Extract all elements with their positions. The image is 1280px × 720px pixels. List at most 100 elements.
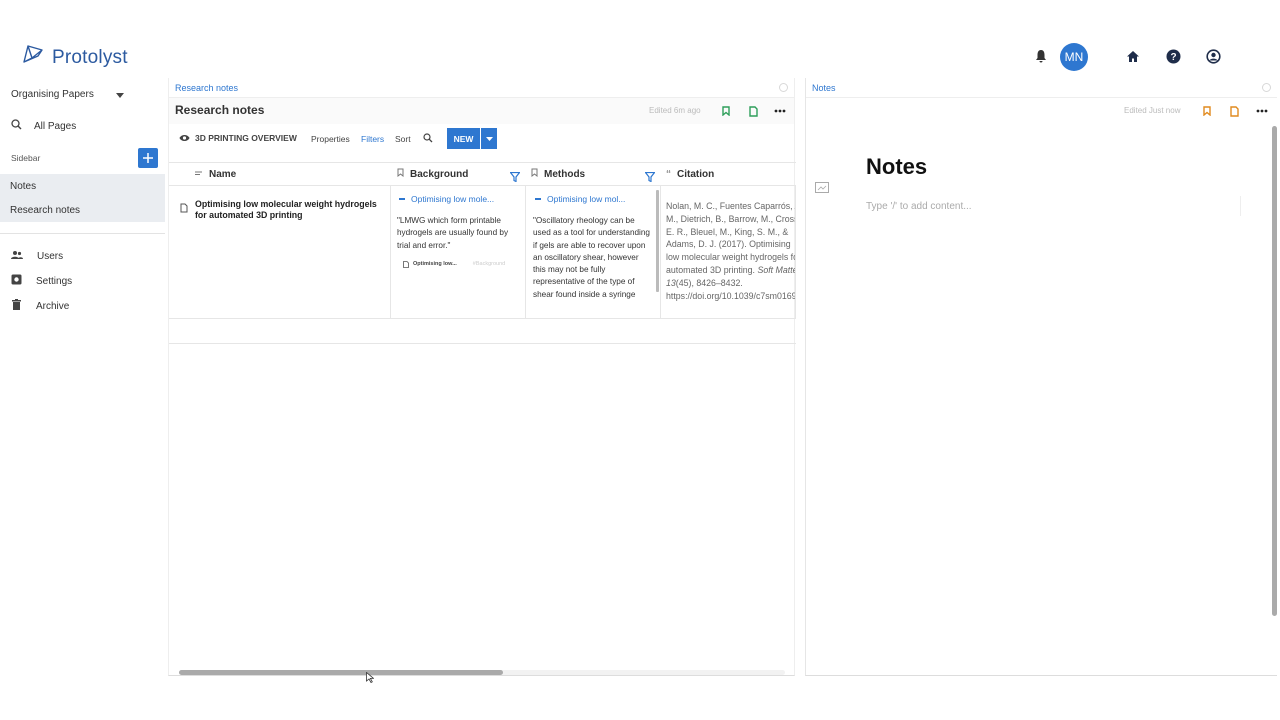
home-icon[interactable] [1122,45,1144,67]
breadcrumb: Notes [806,78,1277,98]
view-name[interactable]: 3D PRINTING OVERVIEW [195,133,297,143]
sidebar-item-notes[interactable]: Notes [0,174,165,198]
divider [169,343,796,344]
linked-page-label: Optimising low mol... [547,194,626,204]
settings-icon [11,274,22,288]
cursor-icon [366,670,375,688]
search-icon[interactable] [423,133,433,145]
divider [0,233,165,234]
column-label: Methods [544,168,586,180]
linked-page[interactable]: Optimising low mole... [397,194,521,204]
sidebar-item-archive[interactable]: Archive [0,296,165,316]
quote-icon: “ [666,168,671,180]
column-label: Citation [677,168,715,180]
column-header-name[interactable]: Name [195,162,236,186]
page-icon [403,255,409,273]
methods-cell[interactable]: Optimising low mol... "Oscillatory rheol… [533,194,653,316]
column-label: Background [410,168,469,180]
dash-icon [535,198,541,200]
logo[interactable]: Protolyst [20,42,128,73]
column-header-methods[interactable]: Methods [531,162,585,186]
scrollbar-thumb[interactable] [179,670,503,675]
sidebar-item-users[interactable]: Users [0,246,165,266]
page-title: Research notes [175,103,265,117]
avatar[interactable]: MN [1060,43,1088,71]
column-header-background[interactable]: Background [397,162,468,186]
tag-label[interactable]: #Background [473,261,505,267]
workspace-name: Organising Papers [11,88,94,100]
close-panel-icon[interactable] [779,83,788,92]
add-page-button[interactable] [138,148,158,168]
citation-text: Nolan, M. C., Fuentes Caparrós, A. M., D… [666,201,795,275]
sidebar: Organising Papers All Pages Sidebar Note… [0,78,166,678]
filters-button[interactable]: Filters [361,134,384,144]
new-button[interactable]: NEW [447,128,480,149]
edited-status: Edited Just now [1124,106,1181,115]
quote-source: Optimising low... #Background [397,255,521,273]
sidebar-item-label: Notes [10,180,37,192]
bookmark-icon[interactable] [1198,102,1216,120]
filter-icon[interactable] [644,169,656,187]
column-header-citation[interactable]: “ Citation [666,162,714,186]
add-cover-icon[interactable] [815,180,829,198]
sort-button[interactable]: Sort [395,134,411,144]
workspace-switcher[interactable]: Organising Papers [0,84,165,104]
content-editor[interactable]: Type '/' to add content... [866,196,1241,216]
row-name[interactable]: Optimising low molecular weight hydrogel… [195,199,385,221]
eye-icon [179,134,190,144]
breadcrumb-item[interactable]: Notes [812,83,836,93]
sidebar-item-label: Users [37,250,64,262]
breadcrumb: Research notes [169,78,794,98]
quote-text: "Oscillatory rheology can be used as a t… [533,216,650,299]
sidebar-item-label: Settings [36,275,73,287]
quote-text: "LMWG which form printable hydrogels are… [397,216,509,250]
account-icon[interactable] [1202,45,1224,67]
sidebar-item-label: Research notes [10,204,81,216]
svg-text:?: ? [1170,52,1176,63]
logo-icon [20,42,46,73]
users-icon [11,250,23,263]
page-icon[interactable] [744,102,762,120]
help-icon[interactable]: ? [1162,45,1184,67]
more-options-icon[interactable] [771,102,789,120]
citation-doi[interactable]: https://doi.org/10.1039/c7sm01694g [666,291,795,301]
all-pages-link[interactable]: All Pages [0,116,165,136]
properties-button[interactable]: Properties [311,134,350,144]
linked-page[interactable]: Optimising low mol... [533,194,653,204]
sidebar-item-settings[interactable]: Settings [0,271,165,291]
horizontal-scrollbar[interactable] [179,670,785,675]
close-panel-icon[interactable] [1262,83,1271,92]
linked-page-label: Optimising low mole... [411,194,495,204]
bell-icon[interactable] [1030,45,1052,67]
bookmark-icon[interactable] [717,102,735,120]
editor-placeholder: Type '/' to add content... [866,201,972,212]
citation-cell[interactable]: Nolan, M. C., Fuentes Caparrós, A. M., D… [666,200,795,316]
citation-tail: (45), 8426–8432. [675,277,743,288]
all-pages-label: All Pages [34,120,77,132]
table-row[interactable]: Optimising low molecular weight hydrogel… [169,186,796,318]
edited-status: Edited 6m ago [649,106,701,115]
view-toolbar: 3D PRINTING OVERVIEW Properties Filters … [169,128,794,150]
research-notes-panel: Research notes Research notes Edited 6m … [168,78,796,676]
column-label: Name [209,168,237,180]
divider [169,318,796,319]
brand-name: Protolyst [52,46,128,68]
search-icon [11,119,22,133]
text-lines-icon [195,169,203,180]
chevron-down-icon [116,90,124,101]
breadcrumb-item[interactable]: Research notes [175,83,238,93]
more-options-icon[interactable] [1253,102,1271,120]
page-header: Edited Just now [806,98,1277,124]
sidebar-item-research-notes[interactable]: Research notes [0,198,165,222]
dash-icon [399,198,405,200]
vertical-scrollbar[interactable] [1272,126,1277,616]
source-label[interactable]: Optimising low... [413,261,457,267]
new-dropdown-button[interactable] [481,128,497,149]
bookmark-icon [397,168,404,180]
notes-panel: Notes Edited Just now Notes Type '/' to … [805,78,1277,676]
top-bar: Protolyst MN ? [0,0,1280,76]
filter-icon[interactable] [509,169,521,187]
page-icon[interactable] [1225,102,1243,120]
background-cell[interactable]: Optimising low mole... "LMWG which form … [397,194,521,316]
page-title[interactable]: Notes [866,154,927,180]
